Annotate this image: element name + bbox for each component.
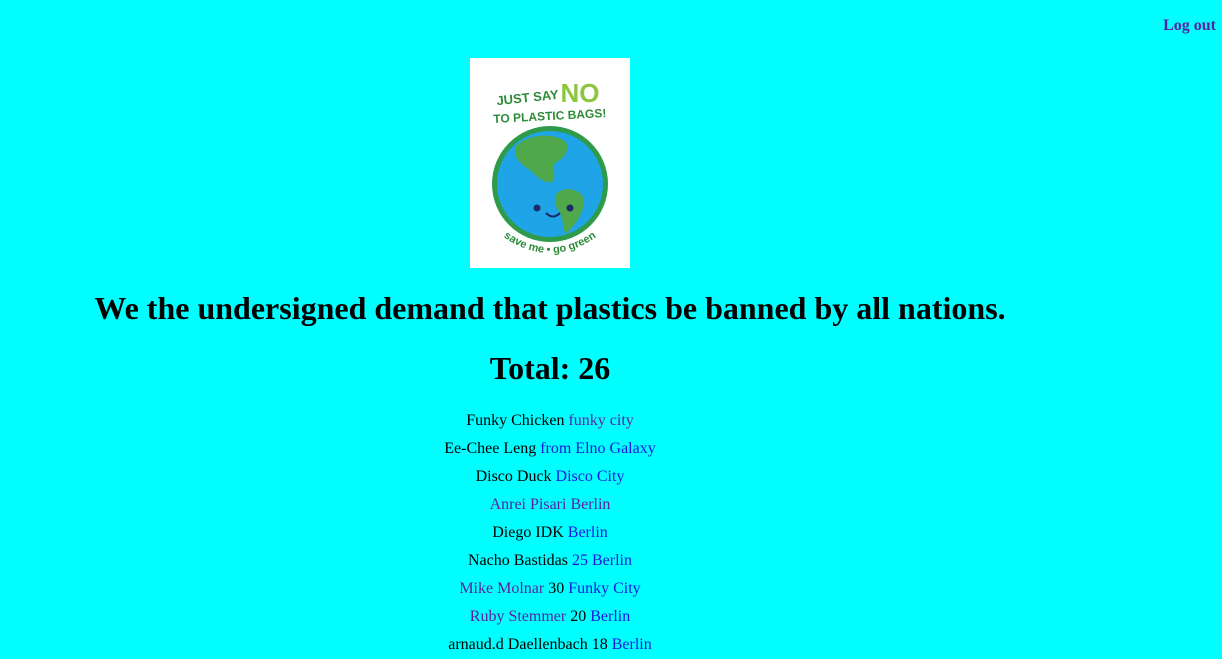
signer-name: Disco Duck xyxy=(475,468,552,485)
list-item: Diego IDK Berlin xyxy=(0,519,1100,547)
list-item: Funky Chicken funky city xyxy=(0,407,1100,435)
signer-name-link[interactable]: Anrei Pisari xyxy=(490,496,567,513)
poster-line1b: NO xyxy=(561,78,600,108)
signer-name: Funky Chicken xyxy=(466,412,565,429)
signer-city-link[interactable]: Berlin xyxy=(590,608,630,625)
signer-name: arnaud.d Daellenbach xyxy=(448,636,588,653)
main-column: JUST SAY NO TO PLASTIC BAGS! save me • g… xyxy=(0,0,1100,659)
signer-city-link[interactable]: Disco City xyxy=(556,468,625,485)
signer-age: 30 xyxy=(548,580,565,597)
globe-left-eye xyxy=(533,204,541,212)
signer-city-link[interactable]: from Elno Galaxy xyxy=(540,440,656,457)
signer-city-link[interactable]: Berlin xyxy=(612,636,652,653)
signer-city-link[interactable]: funky city xyxy=(568,412,633,429)
signer-city-link[interactable]: Berlin xyxy=(568,524,608,541)
list-item: Mike Molnar 30 Funky City xyxy=(0,575,1100,603)
signer-age: 20 xyxy=(570,608,587,625)
signer-name-link[interactable]: Mike Molnar xyxy=(459,580,544,597)
signer-city-link[interactable]: Berlin xyxy=(570,496,610,513)
list-item: Anrei Pisari Berlin xyxy=(0,491,1100,519)
no-plastic-bags-poster: JUST SAY NO TO PLASTIC BAGS! save me • g… xyxy=(470,58,630,268)
petition-headline: We the undersigned demand that plastics … xyxy=(94,290,1006,326)
list-item: Disco Duck Disco City xyxy=(0,463,1100,491)
globe-right-eye xyxy=(566,204,574,212)
list-item: arnaud.d Daellenbach 18 Berlin xyxy=(0,631,1100,659)
signer-name: Ee-Chee Leng xyxy=(444,440,537,457)
signer-age: 18 xyxy=(591,636,608,653)
signer-name-link[interactable]: Ruby Stemmer xyxy=(470,608,566,625)
signature-total: Total: 26 xyxy=(489,350,611,386)
logout-link[interactable]: Log out xyxy=(1163,17,1216,35)
signer-city-link[interactable]: Berlin xyxy=(592,552,632,569)
signer-city-link[interactable]: Funky City xyxy=(568,580,640,597)
signer-name: Diego IDK xyxy=(492,524,564,541)
signer-age: 25 xyxy=(571,552,588,569)
list-item: Ruby Stemmer 20 Berlin xyxy=(0,603,1100,631)
signer-name: Nacho Bastidas xyxy=(468,552,568,569)
list-item: Ee-Chee Leng from Elno Galaxy xyxy=(0,435,1100,463)
signer-list: Funky Chicken funky city Ee-Chee Leng fr… xyxy=(0,407,1100,659)
list-item: Nacho Bastidas 25 Berlin xyxy=(0,547,1100,575)
